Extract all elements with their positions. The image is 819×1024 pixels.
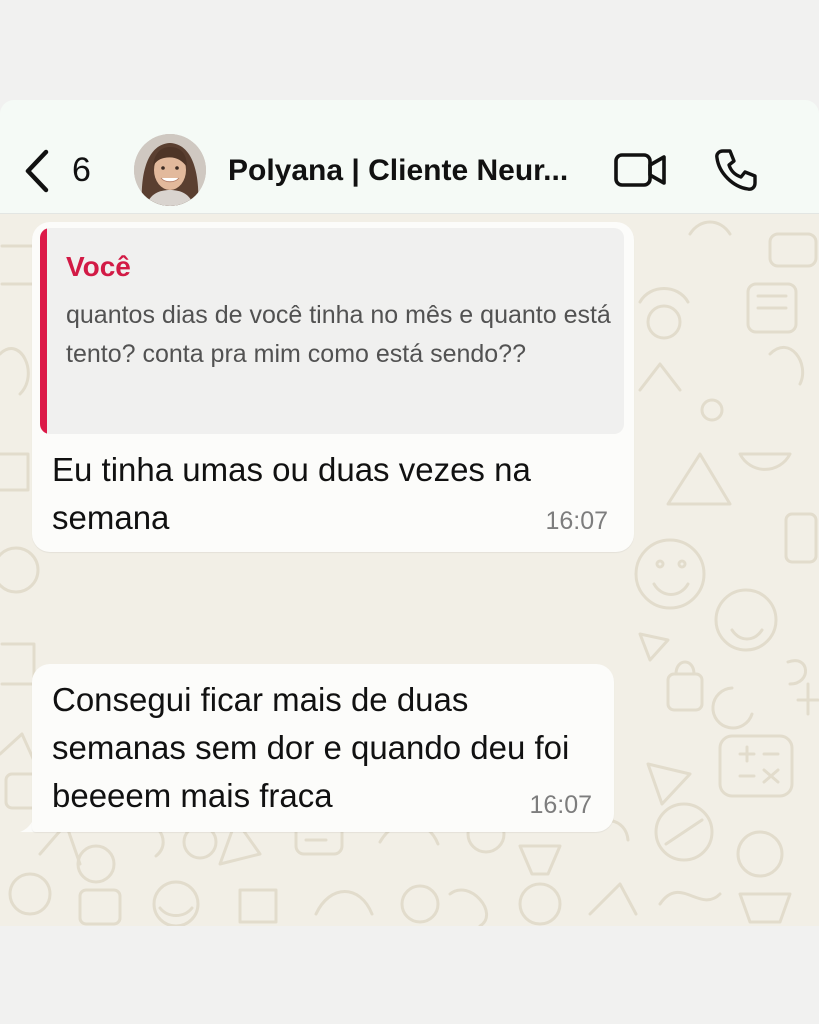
quote-author: Você bbox=[66, 251, 131, 282]
voice-call-button[interactable] bbox=[712, 146, 760, 194]
back-button[interactable] bbox=[22, 148, 58, 194]
message-text: Eu tinha umas ou duas vezes na semana bbox=[52, 451, 531, 536]
contact-avatar-image bbox=[134, 134, 206, 206]
message-time: 16:07 bbox=[545, 507, 608, 535]
quoted-message[interactable]: Você quantos dias de você tinha no mês e… bbox=[40, 228, 624, 434]
video-camera-icon bbox=[614, 153, 666, 187]
chevron-left-icon bbox=[25, 149, 49, 193]
unread-count[interactable]: 6 bbox=[72, 150, 91, 190]
message-bubble[interactable]: Consegui ficar mais de duas semanas sem … bbox=[32, 664, 614, 832]
chat-header: 6 Polyana | Cliente Neur... bbox=[0, 100, 819, 214]
phone-icon bbox=[715, 149, 757, 191]
video-call-button[interactable] bbox=[612, 148, 670, 192]
message-bubble[interactable]: Você quantos dias de você tinha no mês e… bbox=[32, 222, 634, 552]
quote-text: quantos dias de você tinha no mês e quan… bbox=[66, 301, 611, 368]
chat-screen: 6 Polyana | Cliente Neur... Você quantos… bbox=[0, 100, 819, 926]
quote-accent-bar bbox=[40, 228, 47, 434]
avatar[interactable] bbox=[134, 134, 206, 206]
message-time: 16:07 bbox=[529, 791, 592, 819]
contact-name[interactable]: Polyana | Cliente Neur... bbox=[228, 152, 588, 190]
message-text: Consegui ficar mais de duas semanas sem … bbox=[52, 681, 570, 814]
chat-area[interactable]: Você quantos dias de você tinha no mês e… bbox=[0, 214, 819, 926]
